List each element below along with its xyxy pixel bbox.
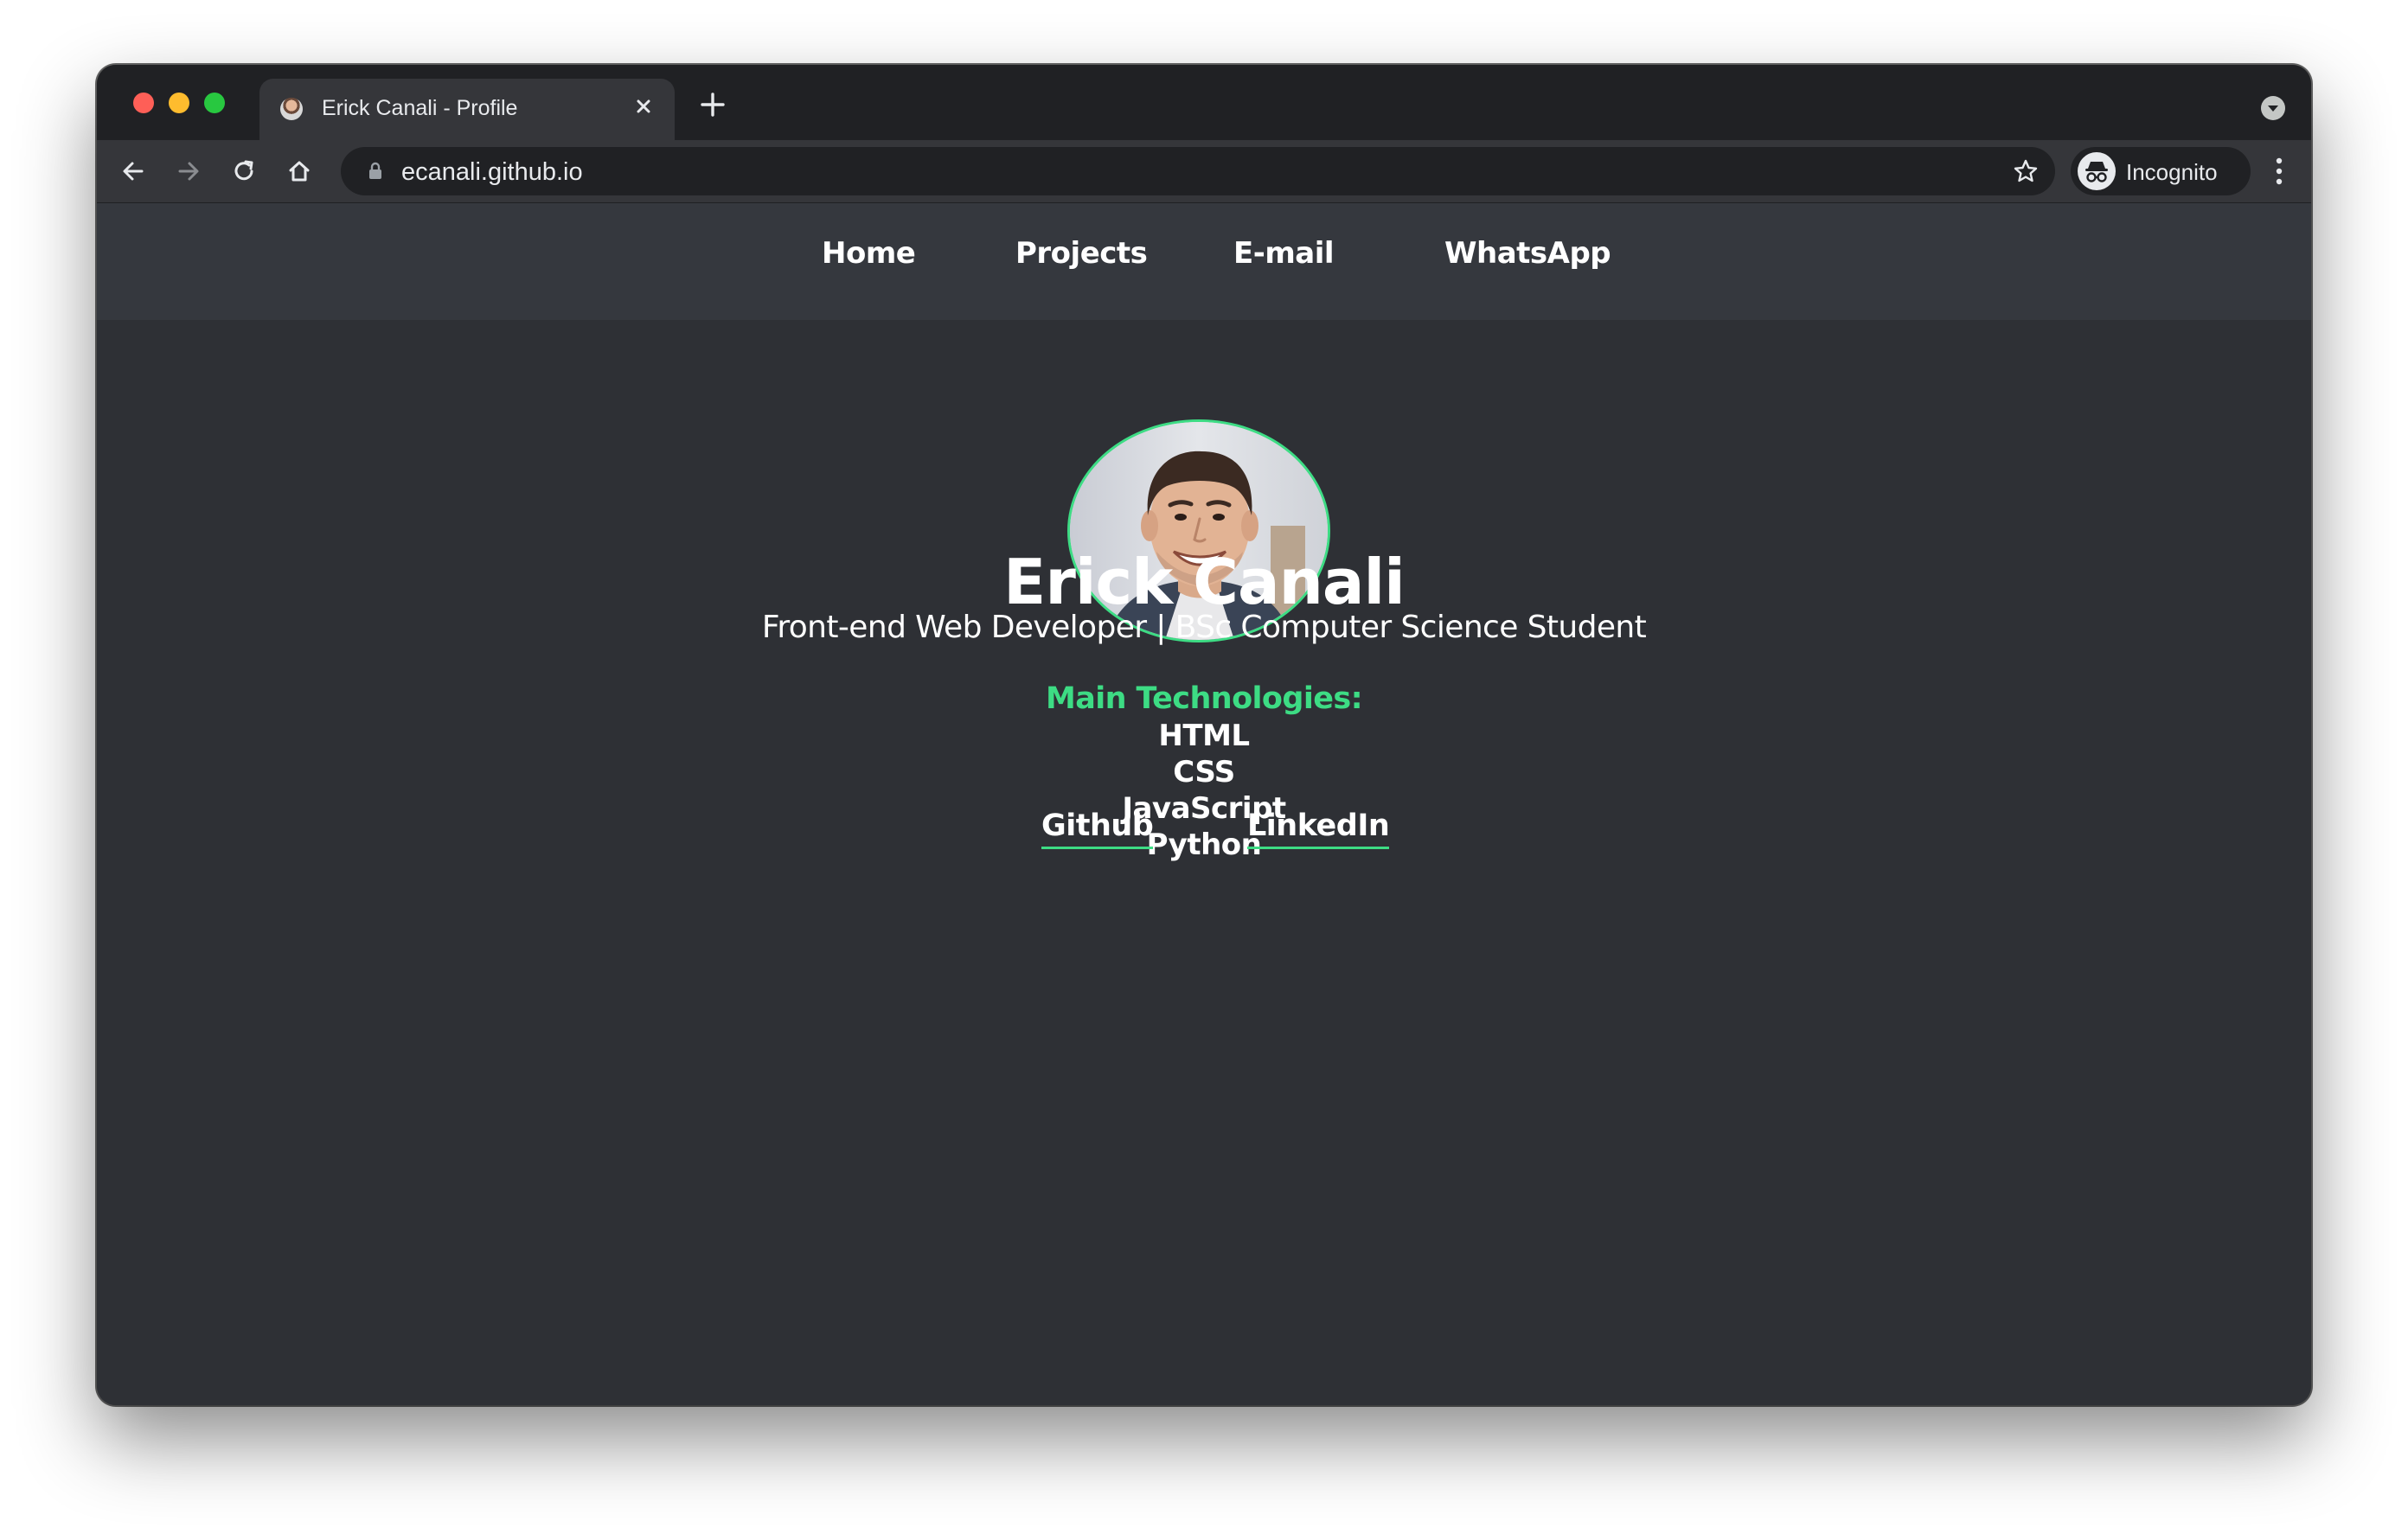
technology-item: CSS (1173, 755, 1235, 789)
active-tab[interactable]: Erick Canali - Profile (259, 79, 675, 140)
forward-arrow-icon[interactable] (168, 150, 209, 192)
kebab-menu-icon[interactable] (2266, 152, 2292, 190)
zoom-window-button[interactable] (204, 93, 225, 113)
reload-icon[interactable] (223, 150, 265, 192)
technology-item: JavaScript (1122, 791, 1286, 826)
url-text[interactable]: ecanali.github.io (401, 158, 583, 187)
lock-icon[interactable] (365, 161, 386, 182)
chevron-down-icon[interactable] (2261, 96, 2285, 120)
close-window-button[interactable] (133, 93, 154, 113)
incognito-profile-button[interactable]: Incognito (2071, 147, 2251, 195)
browser-window: Erick Canali - Profile ecanali.github.io… (97, 65, 2311, 1405)
nav-link-email[interactable]: E-mail (1233, 236, 1335, 271)
nav-link-whatsapp[interactable]: WhatsApp (1444, 236, 1611, 271)
profile-tagline: Front-end Web Developer | BSc Computer S… (761, 610, 1647, 645)
github-link[interactable]: Github (1041, 809, 1154, 849)
incognito-label: Incognito (2126, 159, 2218, 185)
back-arrow-icon[interactable] (112, 150, 154, 192)
profile-name: Erick Canali (1003, 546, 1406, 619)
linkedin-link[interactable]: LinkedIn (1247, 809, 1390, 849)
browser-toolbar: ecanali.github.io Incognito (97, 140, 2311, 203)
technology-item: Python (1146, 828, 1262, 862)
technology-item: HTML (1158, 719, 1250, 753)
nav-link-projects[interactable]: Projects (1015, 236, 1148, 271)
close-icon[interactable] (630, 93, 657, 120)
technologies-heading: Main Technologies: (1046, 681, 1363, 716)
plus-icon[interactable] (695, 87, 730, 122)
technologies-list: HTML CSS JavaScript Python (97, 718, 2311, 863)
tab-title: Erick Canali - Profile (322, 96, 518, 120)
nav-link-home[interactable]: Home (822, 236, 916, 271)
minimize-window-button[interactable] (169, 93, 189, 113)
star-icon[interactable] (2012, 157, 2040, 185)
tab-strip: Erick Canali - Profile (97, 65, 2311, 140)
address-bar[interactable]: ecanali.github.io (341, 147, 2055, 195)
web-page: Home Projects E-mail WhatsApp Erick Cana… (97, 203, 2311, 1405)
favicon-icon (280, 98, 303, 120)
incognito-icon (2078, 152, 2116, 190)
home-icon[interactable] (279, 150, 320, 192)
site-navbar: Home Projects E-mail WhatsApp (97, 203, 2311, 320)
